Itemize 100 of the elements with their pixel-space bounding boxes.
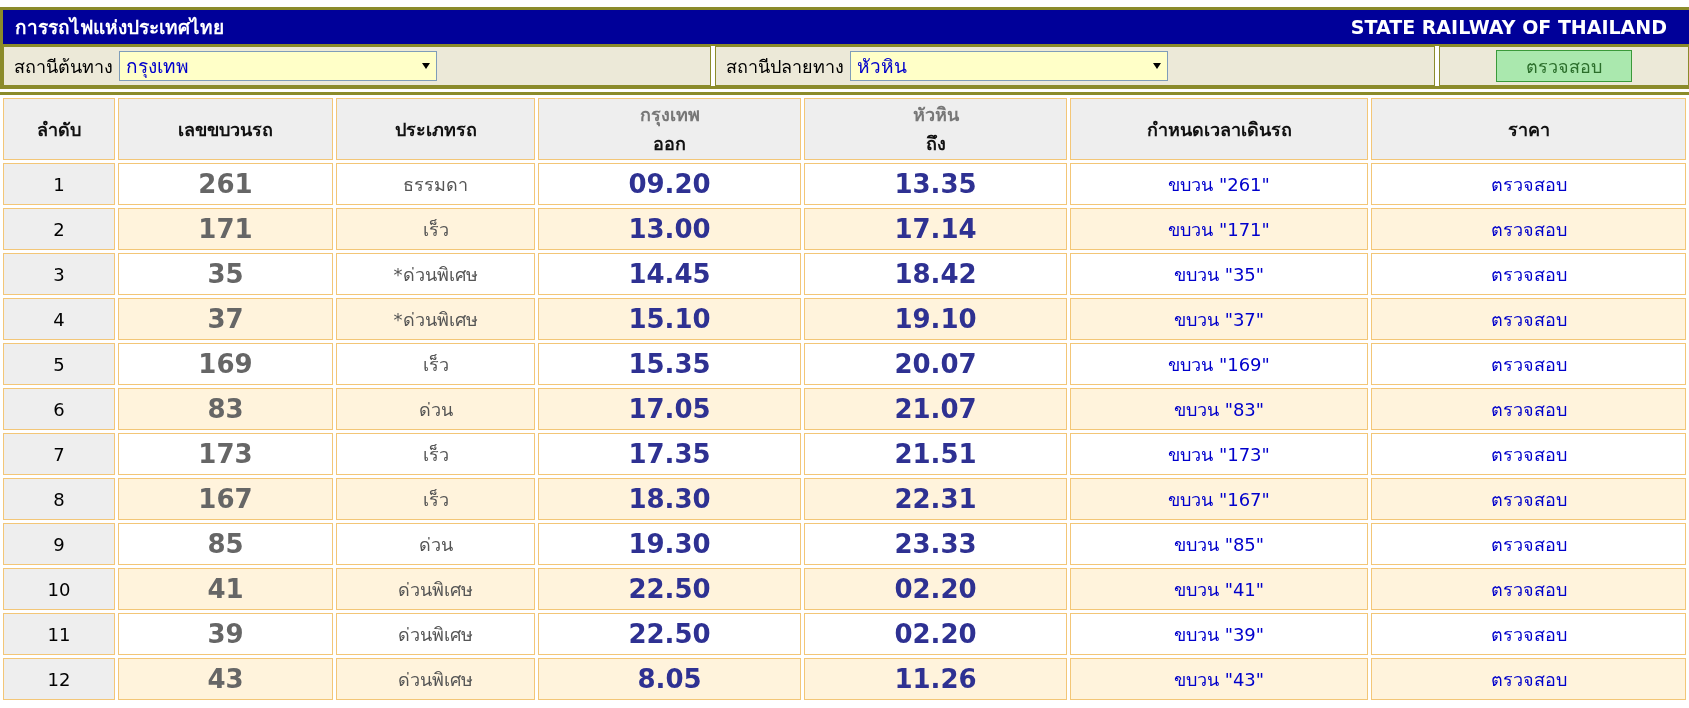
- destination-dropdown[interactable]: หัวหิน: [850, 51, 1168, 81]
- departure-time: 8.05: [538, 658, 801, 700]
- row-number: 4: [3, 298, 115, 340]
- row-number: 11: [3, 613, 115, 655]
- column-header: กำหนดเวลาเดินรถ: [1070, 98, 1368, 160]
- train-type: เร็ว: [336, 208, 535, 250]
- train-number: 35: [118, 253, 333, 295]
- departure-time: 13.00: [538, 208, 801, 250]
- schedule-link[interactable]: ขบวน "169": [1168, 353, 1270, 375]
- schedule-link[interactable]: ขบวน "167": [1168, 488, 1270, 510]
- train-type: ด่วนพิเศษ: [336, 613, 535, 655]
- row-number: 2: [3, 208, 115, 250]
- train-type: ธรรมดา: [336, 163, 535, 205]
- price-link[interactable]: ตรวจสอบ: [1490, 668, 1567, 690]
- train-number: 261: [118, 163, 333, 205]
- arrival-time: 13.35: [804, 163, 1067, 205]
- arrival-time: 11.26: [804, 658, 1067, 700]
- origin-dropdown[interactable]: กรุงเทพ: [119, 51, 437, 81]
- price-link[interactable]: ตรวจสอบ: [1490, 263, 1567, 285]
- row-number: 3: [3, 253, 115, 295]
- schedule-link[interactable]: ขบวน "171": [1168, 218, 1270, 240]
- price-link[interactable]: ตรวจสอบ: [1490, 353, 1567, 375]
- schedule-link[interactable]: ขบวน "261": [1168, 173, 1270, 195]
- row-number: 1: [3, 163, 115, 205]
- price-link[interactable]: ตรวจสอบ: [1490, 578, 1567, 600]
- arrival-time: 21.07: [804, 388, 1067, 430]
- train-type: ด่วนพิเศษ: [336, 658, 535, 700]
- row-number: 6: [3, 388, 115, 430]
- schedule-link[interactable]: ขบวน "41": [1173, 578, 1265, 600]
- departure-time: 17.05: [538, 388, 801, 430]
- arrival-time: 19.10: [804, 298, 1067, 340]
- train-number: 41: [118, 568, 333, 610]
- schedule-link[interactable]: ขบวน "39": [1173, 623, 1265, 645]
- column-header: เลขขบวนรถ: [118, 98, 333, 160]
- schedule-link[interactable]: ขบวน "173": [1168, 443, 1270, 465]
- origin-label: สถานีต้นทาง: [14, 54, 113, 79]
- column-header: ประเภทรถ: [336, 98, 535, 160]
- departure-time: 15.35: [538, 343, 801, 385]
- price-link[interactable]: ตรวจสอบ: [1490, 218, 1567, 240]
- train-type: เร็ว: [336, 343, 535, 385]
- train-type: ด่วน: [336, 523, 535, 565]
- train-type: เร็ว: [336, 433, 535, 475]
- train-number: 43: [118, 658, 333, 700]
- dropdown-caret-icon: [1153, 63, 1161, 69]
- arrival-time: 02.20: [804, 613, 1067, 655]
- schedule-link[interactable]: ขบวน "43": [1173, 668, 1265, 690]
- train-type: *ด่วนพิเศษ: [336, 253, 535, 295]
- row-number: 7: [3, 433, 115, 475]
- schedule-link[interactable]: ขบวน "37": [1173, 308, 1265, 330]
- price-link[interactable]: ตรวจสอบ: [1490, 308, 1567, 330]
- train-number: 169: [118, 343, 333, 385]
- departure-time: 14.45: [538, 253, 801, 295]
- column-header: ลำดับ: [3, 98, 115, 160]
- row-number: 5: [3, 343, 115, 385]
- departure-time: 22.50: [538, 568, 801, 610]
- train-number: 85: [118, 523, 333, 565]
- train-number: 173: [118, 433, 333, 475]
- train-number: 83: [118, 388, 333, 430]
- row-number: 10: [3, 568, 115, 610]
- destination-label: สถานีปลายทาง: [726, 54, 844, 79]
- departure-time: 15.10: [538, 298, 801, 340]
- departure-time: 18.30: [538, 478, 801, 520]
- departure-time: 09.20: [538, 163, 801, 205]
- site-title-english: STATE RAILWAY OF THAILAND: [1350, 16, 1667, 38]
- train-type: ด่วน: [336, 388, 535, 430]
- train-type: *ด่วนพิเศษ: [336, 298, 535, 340]
- train-type: เร็ว: [336, 478, 535, 520]
- row-number: 12: [3, 658, 115, 700]
- train-type: ด่วนพิเศษ: [336, 568, 535, 610]
- train-number: 167: [118, 478, 333, 520]
- departure-time: 19.30: [538, 523, 801, 565]
- price-link[interactable]: ตรวจสอบ: [1490, 443, 1567, 465]
- site-title: การรถไฟแห่งประเทศไทย: [15, 15, 224, 40]
- row-number: 9: [3, 523, 115, 565]
- price-link[interactable]: ตรวจสอบ: [1490, 623, 1567, 645]
- column-header: ราคา: [1371, 98, 1686, 160]
- departure-time: 22.50: [538, 613, 801, 655]
- row-number: 8: [3, 478, 115, 520]
- arrival-time: 18.42: [804, 253, 1067, 295]
- price-link[interactable]: ตรวจสอบ: [1490, 173, 1567, 195]
- train-number: 39: [118, 613, 333, 655]
- arrival-time: 02.20: [804, 568, 1067, 610]
- train-number: 171: [118, 208, 333, 250]
- price-link[interactable]: ตรวจสอบ: [1490, 533, 1567, 555]
- column-header: กรุงเทพ ออก: [538, 98, 801, 160]
- check-button[interactable]: ตรวจสอบ: [1496, 50, 1632, 82]
- column-header: หัวหิน ถึง: [804, 98, 1067, 160]
- train-number: 37: [118, 298, 333, 340]
- schedule-link[interactable]: ขบวน "35": [1173, 263, 1265, 285]
- arrival-time: 22.31: [804, 478, 1067, 520]
- schedule-link[interactable]: ขบวน "83": [1173, 398, 1265, 420]
- schedule-link[interactable]: ขบวน "85": [1173, 533, 1265, 555]
- arrival-time: 17.14: [804, 208, 1067, 250]
- price-link[interactable]: ตรวจสอบ: [1490, 488, 1567, 510]
- dropdown-caret-icon: [422, 63, 430, 69]
- arrival-time: 21.51: [804, 433, 1067, 475]
- arrival-time: 23.33: [804, 523, 1067, 565]
- departure-time: 17.35: [538, 433, 801, 475]
- arrival-time: 20.07: [804, 343, 1067, 385]
- price-link[interactable]: ตรวจสอบ: [1490, 398, 1567, 420]
